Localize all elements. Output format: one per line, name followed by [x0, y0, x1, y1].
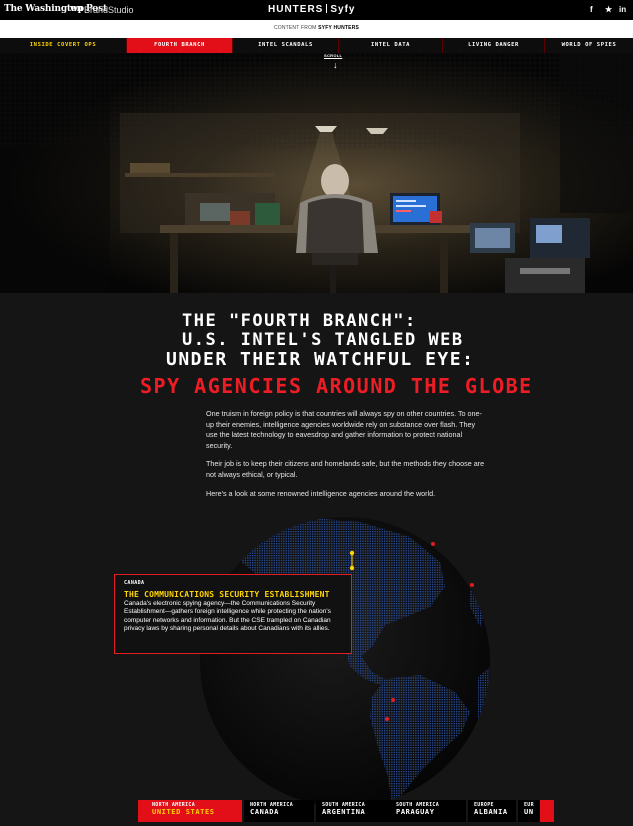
- globe-svg[interactable]: [0, 507, 633, 807]
- country-label: CANADA: [250, 808, 279, 816]
- marker-greenland[interactable]: [431, 542, 435, 546]
- tabs-right-edge[interactable]: [540, 800, 554, 822]
- scroll-label[interactable]: SCROLL: [324, 53, 342, 58]
- info-agency-name: THE COMMUNICATIONS SECURITY ESTABLISHMEN…: [124, 590, 330, 599]
- hero-illustration: [0, 53, 633, 293]
- country-label: UNITED STATES: [152, 808, 215, 816]
- nav-item-fourth-branch[interactable]: FOURTH BRANCH: [127, 38, 233, 53]
- content-from-prefix: CONTENT FROM: [273, 25, 319, 31]
- content-from-label: CONTENT FROM SYFY HUNTERS: [0, 25, 633, 31]
- intro-paragraph-2: Their job is to keep their citizens and …: [206, 459, 485, 479]
- intro-paragraph-3: Here's a look at some renowned intellige…: [206, 489, 436, 498]
- region-tab-next-partial[interactable]: EUR UN: [518, 800, 540, 822]
- marker-argentina[interactable]: [385, 717, 389, 721]
- nav-item-inside-covert-ops[interactable]: INSIDE COVERT OPS: [0, 38, 127, 53]
- nav-item-living-danger[interactable]: LIVING DANGER: [443, 38, 545, 53]
- info-description: Canada's electronic spying agency—the Co…: [124, 600, 331, 633]
- nav-item-intel-scandals[interactable]: INTEL SCANDALS: [233, 38, 339, 53]
- country-label: PARAGUAY: [396, 808, 435, 816]
- region-tab-albania[interactable]: EUROPE ALBANIA: [468, 800, 516, 822]
- region-tabs: NORTH AMERICA UNITED STATES NORTH AMERIC…: [0, 800, 633, 822]
- info-country: CANADA: [124, 580, 145, 586]
- hero-image: [0, 53, 633, 293]
- section-nav: INSIDE COVERT OPS FOURTH BRANCH INTEL SC…: [0, 38, 633, 54]
- marker-canada[interactable]: [349, 565, 355, 571]
- region-tab-canada[interactable]: NORTH AMERICA CANADA: [244, 800, 314, 822]
- linkedin-icon[interactable]: in: [619, 5, 626, 14]
- marker-united-states[interactable]: [349, 550, 355, 556]
- hunters-wordmark: HUNTERS: [268, 4, 324, 15]
- title-line-3: UNDER THEIR WATCHFUL EYE:: [166, 349, 475, 370]
- nav-item-intel-data[interactable]: INTEL DATA: [339, 38, 443, 53]
- twitter-icon[interactable]: ★: [605, 5, 612, 14]
- top-header-bar: The Washington Post wp BrandStudio HUNTE…: [0, 0, 633, 20]
- nav-item-world-of-spies[interactable]: WORLD OF SPIES: [545, 38, 633, 53]
- syfy-wordmark: Syfy: [330, 4, 356, 15]
- region-tab-paraguay[interactable]: SOUTH AMERICA PARAGUAY: [390, 800, 466, 822]
- wp-brandstudio-mark[interactable]: wp: [70, 4, 84, 14]
- country-label: UN: [524, 808, 534, 816]
- brand-divider: [326, 4, 328, 13]
- title-line-2: U.S. INTEL'S TANGLED WEB: [182, 330, 464, 350]
- intro-paragraph-1: One truism in foreign policy is that cou…: [206, 409, 482, 450]
- arrow-down-icon[interactable]: ↓: [333, 61, 338, 70]
- marker-paraguay[interactable]: [391, 698, 395, 702]
- agency-info-card: CANADA THE COMMUNICATIONS SECURITY ESTAB…: [114, 574, 352, 654]
- region-tab-argentina[interactable]: SOUTH AMERICA ARGENTINA: [316, 800, 392, 822]
- title-line-1: THE "FOURTH BRANCH":: [182, 311, 417, 331]
- region-tab-united-states[interactable]: NORTH AMERICA UNITED STATES: [146, 800, 242, 822]
- content-from-brand: SYFY HUNTERS: [318, 25, 360, 31]
- hunters-syfy-logo[interactable]: HUNTERS Syfy: [268, 4, 355, 15]
- title-line-4: SPY AGENCIES AROUND THE GLOBE: [140, 374, 533, 398]
- country-label: ARGENTINA: [322, 808, 366, 816]
- marker-europe[interactable]: [470, 583, 474, 587]
- world-globe-map[interactable]: [0, 507, 633, 807]
- brandstudio-label: BrandStudio: [84, 5, 134, 15]
- country-label: ALBANIA: [474, 808, 508, 816]
- facebook-icon[interactable]: f: [590, 5, 593, 14]
